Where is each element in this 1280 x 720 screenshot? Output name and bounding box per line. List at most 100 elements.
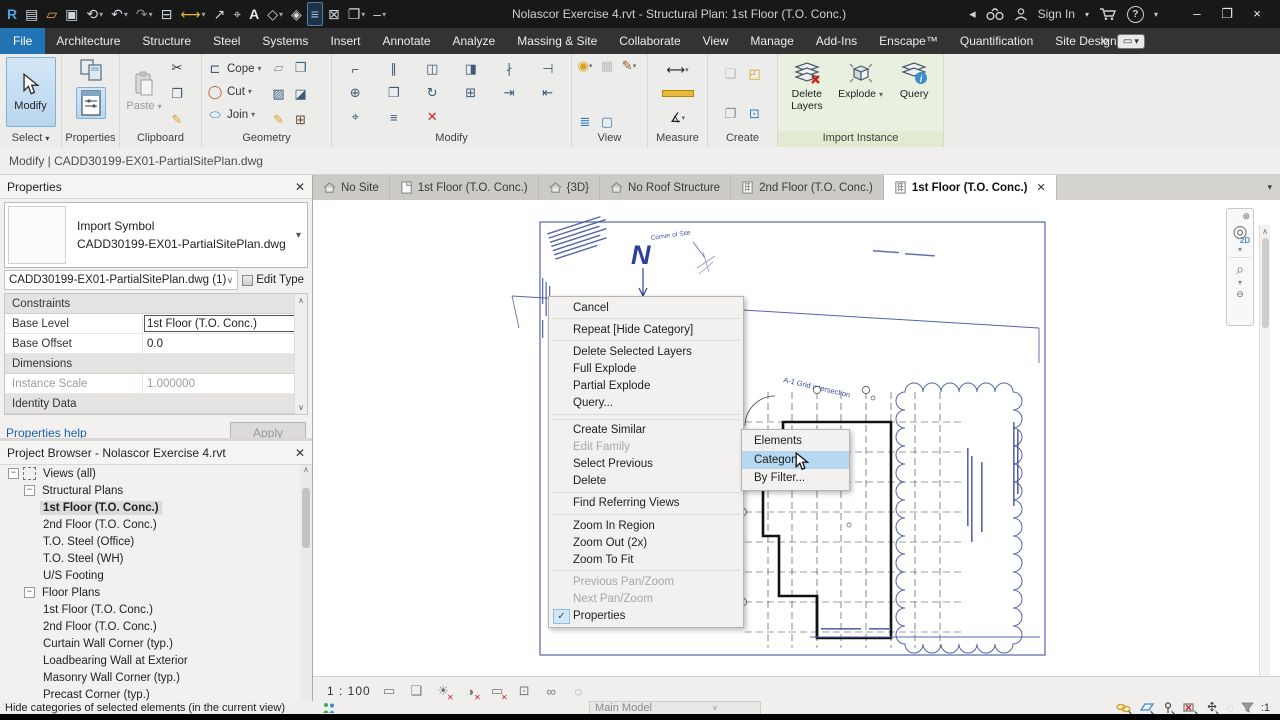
temporary-hide-isolate-icon[interactable]: ∞ <box>543 683 560 700</box>
project-browser-item[interactable]: − T.O. Steel (WH) <box>0 550 312 567</box>
help-caret-icon[interactable]: ▾ <box>1154 10 1158 19</box>
query-button[interactable]: i Query <box>889 57 939 131</box>
crop-view-icon[interactable]: ▭✕ <box>489 683 506 700</box>
close-view-tab-icon[interactable]: ✕ <box>1036 181 1045 194</box>
navbar-minimize-icon[interactable]: ⊖ <box>1236 289 1244 300</box>
decal-icon[interactable]: ❐ <box>292 59 310 77</box>
type-selector-caret-icon[interactable]: ▾ <box>290 230 307 241</box>
minimize-button[interactable]: – <box>1182 6 1212 22</box>
context-menu-item[interactable]: ✓ › <box>549 512 743 517</box>
sync-with-central-icon[interactable]: ⟲ ▾ <box>83 3 106 25</box>
cut-to-clipboard-icon[interactable]: ✂ <box>168 59 186 77</box>
reveal-hidden-elements-icon[interactable]: ◌ <box>570 683 587 700</box>
view-tab[interactable]: {3D} ✕ <box>539 175 600 200</box>
property-row[interactable]: Constraints <box>5 294 307 314</box>
view-tab[interactable]: No Site ✕ <box>313 175 390 200</box>
canvas-vertical-scrollbar[interactable]: ∧ ∨ <box>1259 225 1270 677</box>
pin-icon[interactable]: ⌖ <box>346 108 364 126</box>
close-hidden-windows-icon[interactable]: ⊠ ▾ <box>325 3 343 25</box>
default-3d-view-icon[interactable]: ◇ ▾ <box>264 3 286 25</box>
sign-in-button[interactable]: Sign In <box>1038 7 1075 21</box>
ribbon-tab[interactable]: File <box>0 28 45 54</box>
create-group-icon[interactable]: ❏ <box>722 65 740 83</box>
redo-icon[interactable]: ↷ ▾ <box>133 3 156 25</box>
project-browser-item[interactable]: − 1st Floor (T.O. Conc.) <box>0 601 312 618</box>
context-menu-item[interactable]: ✓ › <box>549 490 743 495</box>
ribbon-tab[interactable]: Add-Ins <box>805 28 868 54</box>
mirror-draw-icon[interactable]: ◨ <box>462 60 480 78</box>
view-tab[interactable]: 2nd Floor (T.O. Conc.) ✕ <box>731 175 884 200</box>
paint-brush-icon[interactable]: ✎▾ <box>620 57 638 75</box>
project-browser-item[interactable]: − Masonry Wall Corner (typ.) <box>0 669 312 686</box>
view-tab[interactable]: 1st Floor (T.O. Conc.) ✕ <box>884 175 1057 200</box>
revit-logo[interactable]: R ▾ <box>4 3 20 25</box>
text-icon[interactable]: A ▾ <box>246 3 262 25</box>
join-geometry-button[interactable]: ⬭ Join▾ <box>206 103 262 126</box>
property-value[interactable]: 1.000000 <box>143 374 307 393</box>
context-menu-item[interactable]: ✓ Previous Pan/Zoom › <box>549 573 743 590</box>
project-browser-item[interactable]: − T.O. Steel (Office) <box>0 533 312 550</box>
delete-icon[interactable]: ✕ <box>423 108 441 126</box>
context-menu-item[interactable]: ✓ Zoom Out (2x) › <box>549 534 743 551</box>
context-menu-item[interactable]: ✓ › <box>549 568 743 573</box>
paste-button[interactable]: Paste ▾ <box>124 57 164 125</box>
project-browser-item[interactable]: − Views (all) <box>0 465 312 482</box>
print-icon[interactable]: ⊟ ▾ <box>158 3 176 25</box>
restore-button[interactable]: ❐ <box>1212 6 1242 22</box>
property-row[interactable]: Base Level 1st Floor (T.O. Conc.) <box>5 314 307 334</box>
sign-in-caret-icon[interactable]: ▾ <box>1085 10 1089 19</box>
ribbon-tab[interactable]: View <box>692 28 740 54</box>
ribbon-tab[interactable]: Quantification <box>949 28 1044 54</box>
beam-joins-icon[interactable]: ▨ <box>270 85 288 103</box>
context-menu-item[interactable]: ✓ › <box>549 316 743 321</box>
context-menu-item[interactable]: ✓ Query... › <box>549 394 743 411</box>
extend-icon[interactable]: ⇤ <box>539 84 557 102</box>
tree-expander-icon[interactable]: − <box>8 468 19 479</box>
filter-icon[interactable] <box>1241 702 1254 713</box>
project-browser-scrollbar[interactable]: ∧ ∨ <box>300 465 312 708</box>
instance-selector[interactable]: CADD30199-EX01-PartialSitePlan.dwg (1) ∨ <box>4 270 238 290</box>
save-icon[interactable]: ▣ ▾ <box>62 3 81 25</box>
project-browser-item[interactable]: − Curtain Wall Corner (typ.) <box>0 635 312 652</box>
paint-icon[interactable]: ✎ <box>270 111 288 129</box>
property-row[interactable]: Instance Scale 1.000000 <box>5 374 307 394</box>
instance-selector-caret-icon[interactable]: ∨ <box>227 275 234 286</box>
aligned-dimension-icon[interactable]: ↗ ▾ <box>210 3 228 25</box>
panel-label-select[interactable]: Select ▾ <box>0 131 61 147</box>
unjoin-icon[interactable]: ◪ <box>292 85 310 103</box>
ribbon-tab[interactable]: Manage <box>739 28 804 54</box>
context-menu-item[interactable]: ✓ › <box>549 338 743 343</box>
context-menu-item[interactable]: ✓ Repeat [Hide Category] › <box>549 321 743 338</box>
edit-type-button[interactable]: Edit Type <box>238 274 308 286</box>
sun-path-icon[interactable]: ☀✕ <box>435 683 452 700</box>
property-row[interactable]: Identity Data <box>5 394 307 414</box>
context-menu-item[interactable]: ✓ Zoom In Region › <box>549 517 743 534</box>
wall-joins-icon[interactable]: ▱ <box>270 59 288 77</box>
select-links-icon[interactable] <box>1116 702 1132 714</box>
navigation-bar[interactable]: ⊗ ◎ 2D ▾ ⌕ ▾ ⊖ <box>1226 208 1254 326</box>
background-processes-icon[interactable]: ◌ <box>1227 701 1234 715</box>
properties-close-icon[interactable]: ✕ <box>295 180 305 194</box>
match-type-properties-icon[interactable]: ✎ <box>168 111 186 129</box>
cut-geometry-button[interactable]: ◯ Cut▾ <box>206 80 262 103</box>
project-browser-item[interactable]: − U/S Footing <box>0 567 312 584</box>
project-browser-item[interactable]: − Loadbearing Wall at Exterior <box>0 652 312 669</box>
view-scale-button[interactable]: 1 : 100 <box>327 684 371 698</box>
collapse-search-icon[interactable]: ◂ <box>969 6 976 22</box>
context-menu-item[interactable]: ✓ Partial Explode › <box>549 377 743 394</box>
tree-expander-icon[interactable]: − <box>24 587 35 598</box>
submenu-item[interactable]: Elements <box>742 432 849 451</box>
project-browser-item[interactable]: − Floor Plans <box>0 584 312 601</box>
search-binoculars-icon[interactable] <box>986 7 1004 21</box>
ribbon-tab[interactable]: Steel <box>202 28 251 54</box>
project-browser-item[interactable]: − Structural Plans <box>0 482 312 499</box>
ribbon-tab[interactable]: Enscape™ <box>868 28 949 54</box>
delete-layers-button[interactable]: Delete Layers <box>782 57 832 131</box>
design-options-selector[interactable]: Main Model ∨ <box>589 701 761 715</box>
section-icon[interactable]: ◈ ▾ <box>288 3 305 25</box>
ribbon-tab[interactable]: Collaborate <box>608 28 691 54</box>
rotate-icon[interactable]: ↻ <box>423 84 441 102</box>
context-menu-item[interactable]: ✓ Full Explode › <box>549 360 743 377</box>
ribbon-tab[interactable]: Massing & Site <box>506 28 608 54</box>
open-icon[interactable]: ▱ ▾ <box>43 3 60 25</box>
